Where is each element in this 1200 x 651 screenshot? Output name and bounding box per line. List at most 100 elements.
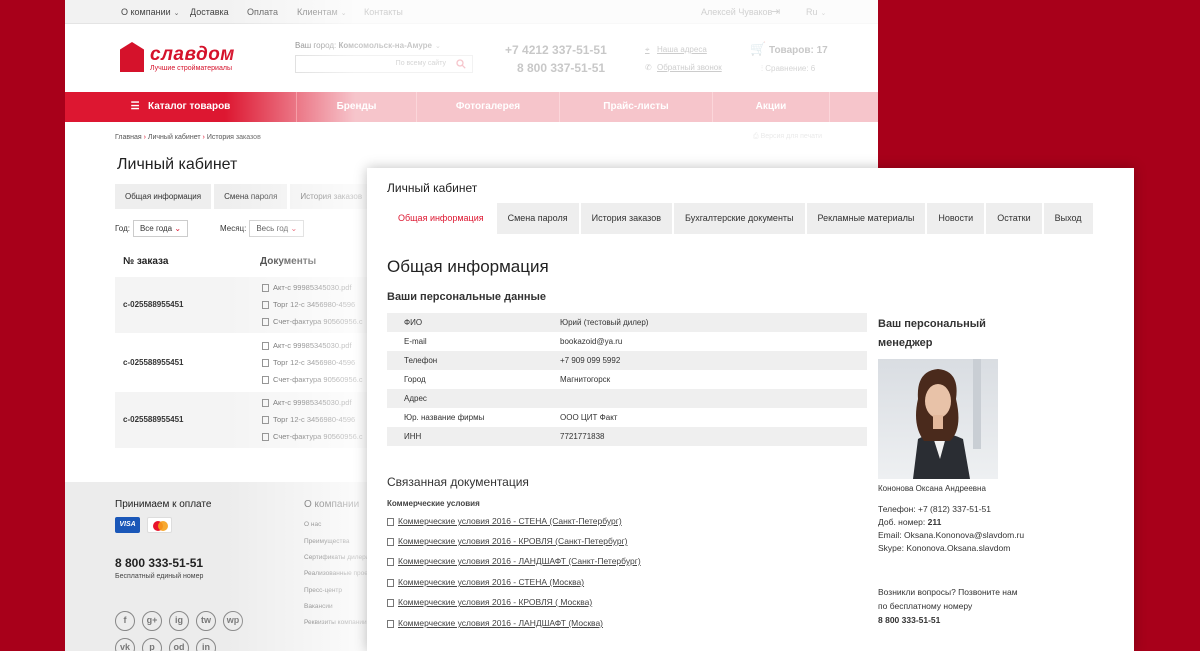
personal-key: Юр. название фирмы bbox=[404, 413, 485, 422]
chevron-right-icon: › bbox=[143, 134, 146, 141]
topbar-user[interactable]: Алексей Чуваков bbox=[701, 7, 772, 17]
breadcrumb-cabinet[interactable]: Личный кабинет bbox=[148, 134, 201, 141]
year-select[interactable]: Все года ⌄ bbox=[132, 220, 189, 237]
document-icon bbox=[387, 517, 394, 526]
cabinet-title: Личный кабинет bbox=[387, 181, 478, 195]
month-select[interactable]: Весь год ⌄ bbox=[249, 220, 305, 237]
footer-link[interactable]: Сертификаты дилера bbox=[304, 554, 369, 561]
order-number[interactable]: с-025588955451 bbox=[123, 415, 184, 424]
footer-link[interactable]: Вакансии bbox=[304, 603, 333, 610]
city-value: Комсомольск-на-Амуре bbox=[338, 41, 433, 50]
topbar-payment[interactable]: Оплата bbox=[247, 7, 278, 17]
footer-link[interactable]: О нас bbox=[304, 521, 321, 528]
breadcrumb-home[interactable]: Главная bbox=[115, 134, 142, 141]
doc-link[interactable]: Коммерческие условия 2016 - КРОВЛЯ (Санк… bbox=[387, 536, 628, 546]
linkedin-icon[interactable]: in bbox=[196, 638, 216, 651]
instagram-icon[interactable]: ig bbox=[169, 611, 189, 631]
city-label: Ваш город: bbox=[295, 41, 337, 50]
nav-prices[interactable]: Прайс-листы bbox=[560, 92, 713, 122]
doc-link[interactable]: Коммерческие условия 2016 - КРОВЛЯ ( Мос… bbox=[387, 597, 592, 607]
tab-accounting-docs[interactable]: Бухгалтерские документы bbox=[674, 203, 805, 234]
tab-history[interactable]: История заказов bbox=[290, 184, 373, 209]
question-phone[interactable]: 8 800 333-51-51 bbox=[878, 615, 940, 625]
nav-brands[interactable]: Бренды bbox=[297, 92, 417, 122]
footer-phone[interactable]: 8 800 333-51-51 bbox=[115, 556, 203, 570]
topbar-delivery[interactable]: Доставка bbox=[190, 7, 229, 17]
manager-skype[interactable]: Skype: Kononova.Oksana.slavdom bbox=[878, 543, 1010, 553]
doc-link[interactable]: Торг 12-с 3456980-4596 bbox=[262, 358, 355, 368]
doc-link[interactable]: Коммерческие условия 2016 - СТЕНА (Москв… bbox=[387, 577, 584, 587]
chevron-down-icon: ⌄ bbox=[290, 224, 298, 233]
footer-link[interactable]: Реквизиты компании bbox=[304, 619, 367, 626]
manager-email[interactable]: Email: Oksana.Kononova@slavdom.ru bbox=[878, 530, 1024, 540]
tab-general[interactable]: Общая информация bbox=[115, 184, 212, 209]
doc-link[interactable]: Торг 12-с 3456980-4596 bbox=[262, 415, 355, 425]
doc-link[interactable]: Коммерческие условия 2016 - ЛАНДШАФТ (Са… bbox=[387, 556, 641, 566]
topbar-clients-label: Клиентам bbox=[297, 7, 338, 17]
topbar-clients[interactable]: Клиентам ⌄ bbox=[297, 7, 347, 17]
nav-gallery[interactable]: Фотогалерея bbox=[417, 92, 560, 122]
odnoklassniki-icon[interactable]: od bbox=[169, 638, 189, 651]
cart-button[interactable]: 🛒 Товаров: 17 bbox=[750, 41, 828, 57]
header-phone-2[interactable]: 8 800 337-51-51 bbox=[517, 61, 605, 75]
nav-catalog[interactable]: ☰ Каталог товаров bbox=[65, 92, 297, 122]
search-input[interactable]: По всему сайту bbox=[295, 55, 473, 73]
doc-link[interactable]: Коммерческие условия 2016 - ЛАНДШАФТ (Мо… bbox=[387, 618, 603, 628]
compare-link[interactable]: ⫶ Сравнение: 6 bbox=[761, 64, 815, 74]
pinterest-icon[interactable]: p bbox=[142, 638, 162, 651]
topbar-contacts[interactable]: Контакты bbox=[364, 7, 403, 17]
language-select[interactable]: Ru ⌄ bbox=[806, 7, 826, 17]
manager-ext: Доб. номер: 211 bbox=[878, 517, 941, 527]
doc-name: Акт-с 99985345030.pdf bbox=[273, 341, 352, 350]
back-tabs: Общая информация Смена пароля История за… bbox=[115, 184, 375, 209]
tab-order-history[interactable]: История заказов bbox=[580, 203, 672, 234]
vk-icon[interactable]: vk bbox=[115, 638, 135, 651]
location-icon: ⌖ bbox=[645, 45, 650, 54]
doc-link-label: Коммерческие условия 2016 - ЛАНДШАФТ (Са… bbox=[398, 556, 641, 566]
doc-link[interactable]: Счет-фактура 90560956.c bbox=[262, 375, 363, 385]
search-icon[interactable] bbox=[456, 59, 466, 69]
topbar-about[interactable]: О компании ⌄ bbox=[121, 7, 180, 17]
footer-phone-sub: Бесплатный единый номер bbox=[115, 573, 204, 580]
tab-logout[interactable]: Выход bbox=[1043, 203, 1093, 234]
footer-link[interactable]: Пресс-центр bbox=[304, 587, 342, 594]
docs-subheading: Коммерческие условия bbox=[387, 499, 480, 508]
doc-link[interactable]: Счет-фактура 90560956.c bbox=[262, 432, 363, 442]
tab-news[interactable]: Новости bbox=[927, 203, 985, 234]
doc-link[interactable]: Коммерческие условия 2016 - СТЕНА (Санкт… bbox=[387, 516, 622, 526]
google-plus-icon[interactable]: g+ bbox=[142, 611, 162, 631]
city-selector[interactable]: Ваш город: Комсомольск-на-Амуре ⌄ bbox=[295, 41, 441, 50]
order-number[interactable]: с-025588955451 bbox=[123, 300, 184, 309]
doc-link[interactable]: Торг 12-с 3456980-4596 bbox=[262, 300, 355, 310]
doc-link[interactable]: Счет-фактура 90560956.c bbox=[262, 317, 363, 327]
breadcrumb: Главная › Личный кабинет › История заказ… bbox=[115, 134, 261, 141]
personal-row: Юр. название фирмы ООО ЦИТ Факт bbox=[387, 408, 867, 427]
tab-change-password[interactable]: Смена пароля bbox=[496, 203, 579, 234]
doc-link[interactable]: Акт-с 99985345030.pdf bbox=[262, 341, 352, 351]
footer-link[interactable]: Преимущества bbox=[304, 538, 349, 545]
callback-link[interactable]: Обратный звонок bbox=[657, 63, 722, 72]
logo-name: славдом bbox=[150, 44, 235, 65]
personal-row: E-mail bookazoid@ya.ru bbox=[387, 332, 867, 351]
logout-icon[interactable]: ⇥ bbox=[771, 5, 780, 18]
header-phone-1[interactable]: +7 4212 337-51-51 bbox=[505, 43, 607, 57]
wordpress-icon[interactable]: wp bbox=[223, 611, 243, 631]
address-link[interactable]: Наша адреса bbox=[657, 45, 707, 54]
personal-value: 7721771838 bbox=[560, 432, 605, 441]
doc-link[interactable]: Акт-с 99985345030.pdf bbox=[262, 398, 352, 408]
tab-ad-materials[interactable]: Рекламные материалы bbox=[806, 203, 926, 234]
tab-stock[interactable]: Остатки bbox=[986, 203, 1042, 234]
doc-link[interactable]: Акт-с 99985345030.pdf bbox=[262, 283, 352, 293]
print-link[interactable]: ⎙ Версия для печати bbox=[753, 133, 822, 141]
tab-general-info[interactable]: Общая информация bbox=[387, 203, 495, 234]
tab-password[interactable]: Смена пароля bbox=[214, 184, 288, 209]
personal-value: bookazoid@ya.ru bbox=[560, 337, 623, 346]
twitter-icon[interactable]: tw bbox=[196, 611, 216, 631]
doc-link-label: Коммерческие условия 2016 - КРОВЛЯ (Санк… bbox=[398, 536, 628, 546]
facebook-icon[interactable]: f bbox=[115, 611, 135, 631]
order-number[interactable]: с-025588955451 bbox=[123, 358, 184, 367]
doc-name: Акт-с 99985345030.pdf bbox=[273, 398, 352, 407]
manager-phone[interactable]: Телефон: +7 (812) 337-51-51 bbox=[878, 504, 991, 514]
chevron-down-icon: ⌄ bbox=[173, 10, 180, 17]
nav-promos[interactable]: Акции bbox=[713, 92, 830, 122]
